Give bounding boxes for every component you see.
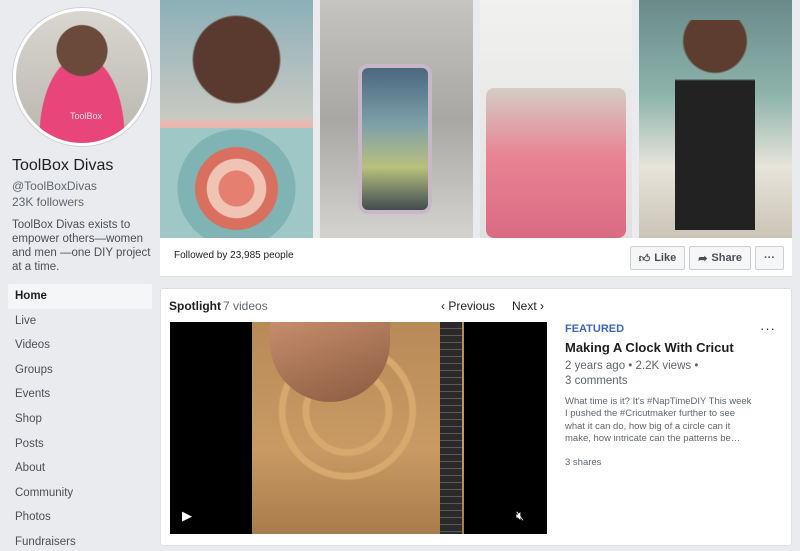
page-nav: Home Live Videos Groups Events Shop Post…	[8, 284, 152, 551]
phone-image	[357, 64, 432, 214]
featured-label: FEATURED	[565, 323, 625, 335]
video-player[interactable]: ▶ 🔇︎	[170, 322, 547, 534]
next-label: Next	[512, 299, 537, 313]
thumbs-up-icon: 👍︎	[638, 252, 651, 265]
nav-item-fundraisers[interactable]: Fundraisers	[8, 530, 152, 551]
person-drill-image	[675, 20, 756, 230]
video-meta: 2 years ago • 2.2K views • 3 comments	[565, 359, 725, 388]
page-title[interactable]: ToolBox Divas	[12, 157, 113, 175]
mute-icon[interactable]: 🔇︎	[516, 508, 524, 524]
more-options-button[interactable]: ···	[755, 246, 784, 270]
play-icon[interactable]: ▶	[182, 508, 192, 524]
cover-photo-strip	[160, 0, 792, 238]
nav-item-photos[interactable]: Photos	[8, 505, 152, 530]
nav-item-videos[interactable]: Videos	[8, 333, 152, 358]
tool-bag-image	[485, 88, 626, 238]
video-description: What time is it? It's #NapTimeDIY This w…	[565, 396, 752, 444]
cover-photo[interactable]	[479, 0, 633, 238]
previous-label: Previous	[448, 299, 496, 313]
video-frame-ruler	[440, 322, 462, 534]
nav-item-groups[interactable]: Groups	[8, 358, 152, 383]
chevron-right-icon: ›	[536, 299, 545, 313]
cover-photo[interactable]	[639, 0, 792, 238]
nav-item-events[interactable]: Events	[8, 382, 152, 407]
video-title[interactable]: Making A Clock With Cricut	[565, 340, 734, 355]
previous-button[interactable]: ‹ Previous	[441, 299, 495, 313]
sidebar: ToolBox ToolBox Divas @ToolBoxDivas 23K …	[0, 0, 160, 551]
page-action-bar: Followed by 23,985 people 👍︎ Like ➦ Shar…	[160, 238, 792, 277]
page-handle[interactable]: @ToolBoxDivas	[12, 179, 97, 193]
spotlight-card: Spotlight 7 videos ‹ Previous Next › ▶ 🔇…	[160, 288, 792, 546]
page-actions: 👍︎ Like ➦ Share ···	[629, 246, 784, 270]
nav-item-community[interactable]: Community	[8, 481, 152, 506]
nav-item-shop[interactable]: Shop	[8, 407, 152, 432]
cover-photo[interactable]	[319, 0, 473, 238]
share-label: Share	[711, 252, 742, 264]
followed-by-text: Followed by 23,985 people	[174, 250, 294, 261]
video-more-options-icon[interactable]: ···	[760, 321, 776, 336]
cover-photo[interactable]	[160, 0, 313, 238]
followers-count: 23K followers	[12, 195, 85, 209]
next-button[interactable]: Next ›	[512, 299, 544, 313]
nav-item-posts[interactable]: Posts	[8, 432, 152, 457]
video-comments-link[interactable]: 3 comments	[565, 374, 725, 389]
share-arrow-icon: ➦	[698, 252, 708, 265]
like-label: Like	[654, 252, 677, 264]
nav-item-home[interactable]: Home	[8, 284, 152, 309]
avatar[interactable]: ToolBox	[13, 8, 151, 146]
video-meta-line: 2 years ago • 2.2K views •	[565, 360, 699, 372]
nav-item-live[interactable]: Live	[8, 309, 152, 334]
like-button[interactable]: 👍︎ Like	[629, 246, 686, 270]
more-dots-icon: ···	[764, 252, 775, 264]
share-button[interactable]: ➦ Share	[689, 246, 751, 270]
spotlight-count[interactable]: 7 videos	[223, 299, 268, 313]
nav-item-about[interactable]: About	[8, 456, 152, 481]
video-shares[interactable]: 3 shares	[565, 457, 601, 468]
avatar-logo-text: ToolBox	[70, 111, 103, 121]
spotlight-title: Spotlight	[169, 299, 221, 313]
pillow-image	[160, 128, 313, 238]
page-about-text: ToolBox Divas exists to empower others—w…	[12, 219, 151, 273]
